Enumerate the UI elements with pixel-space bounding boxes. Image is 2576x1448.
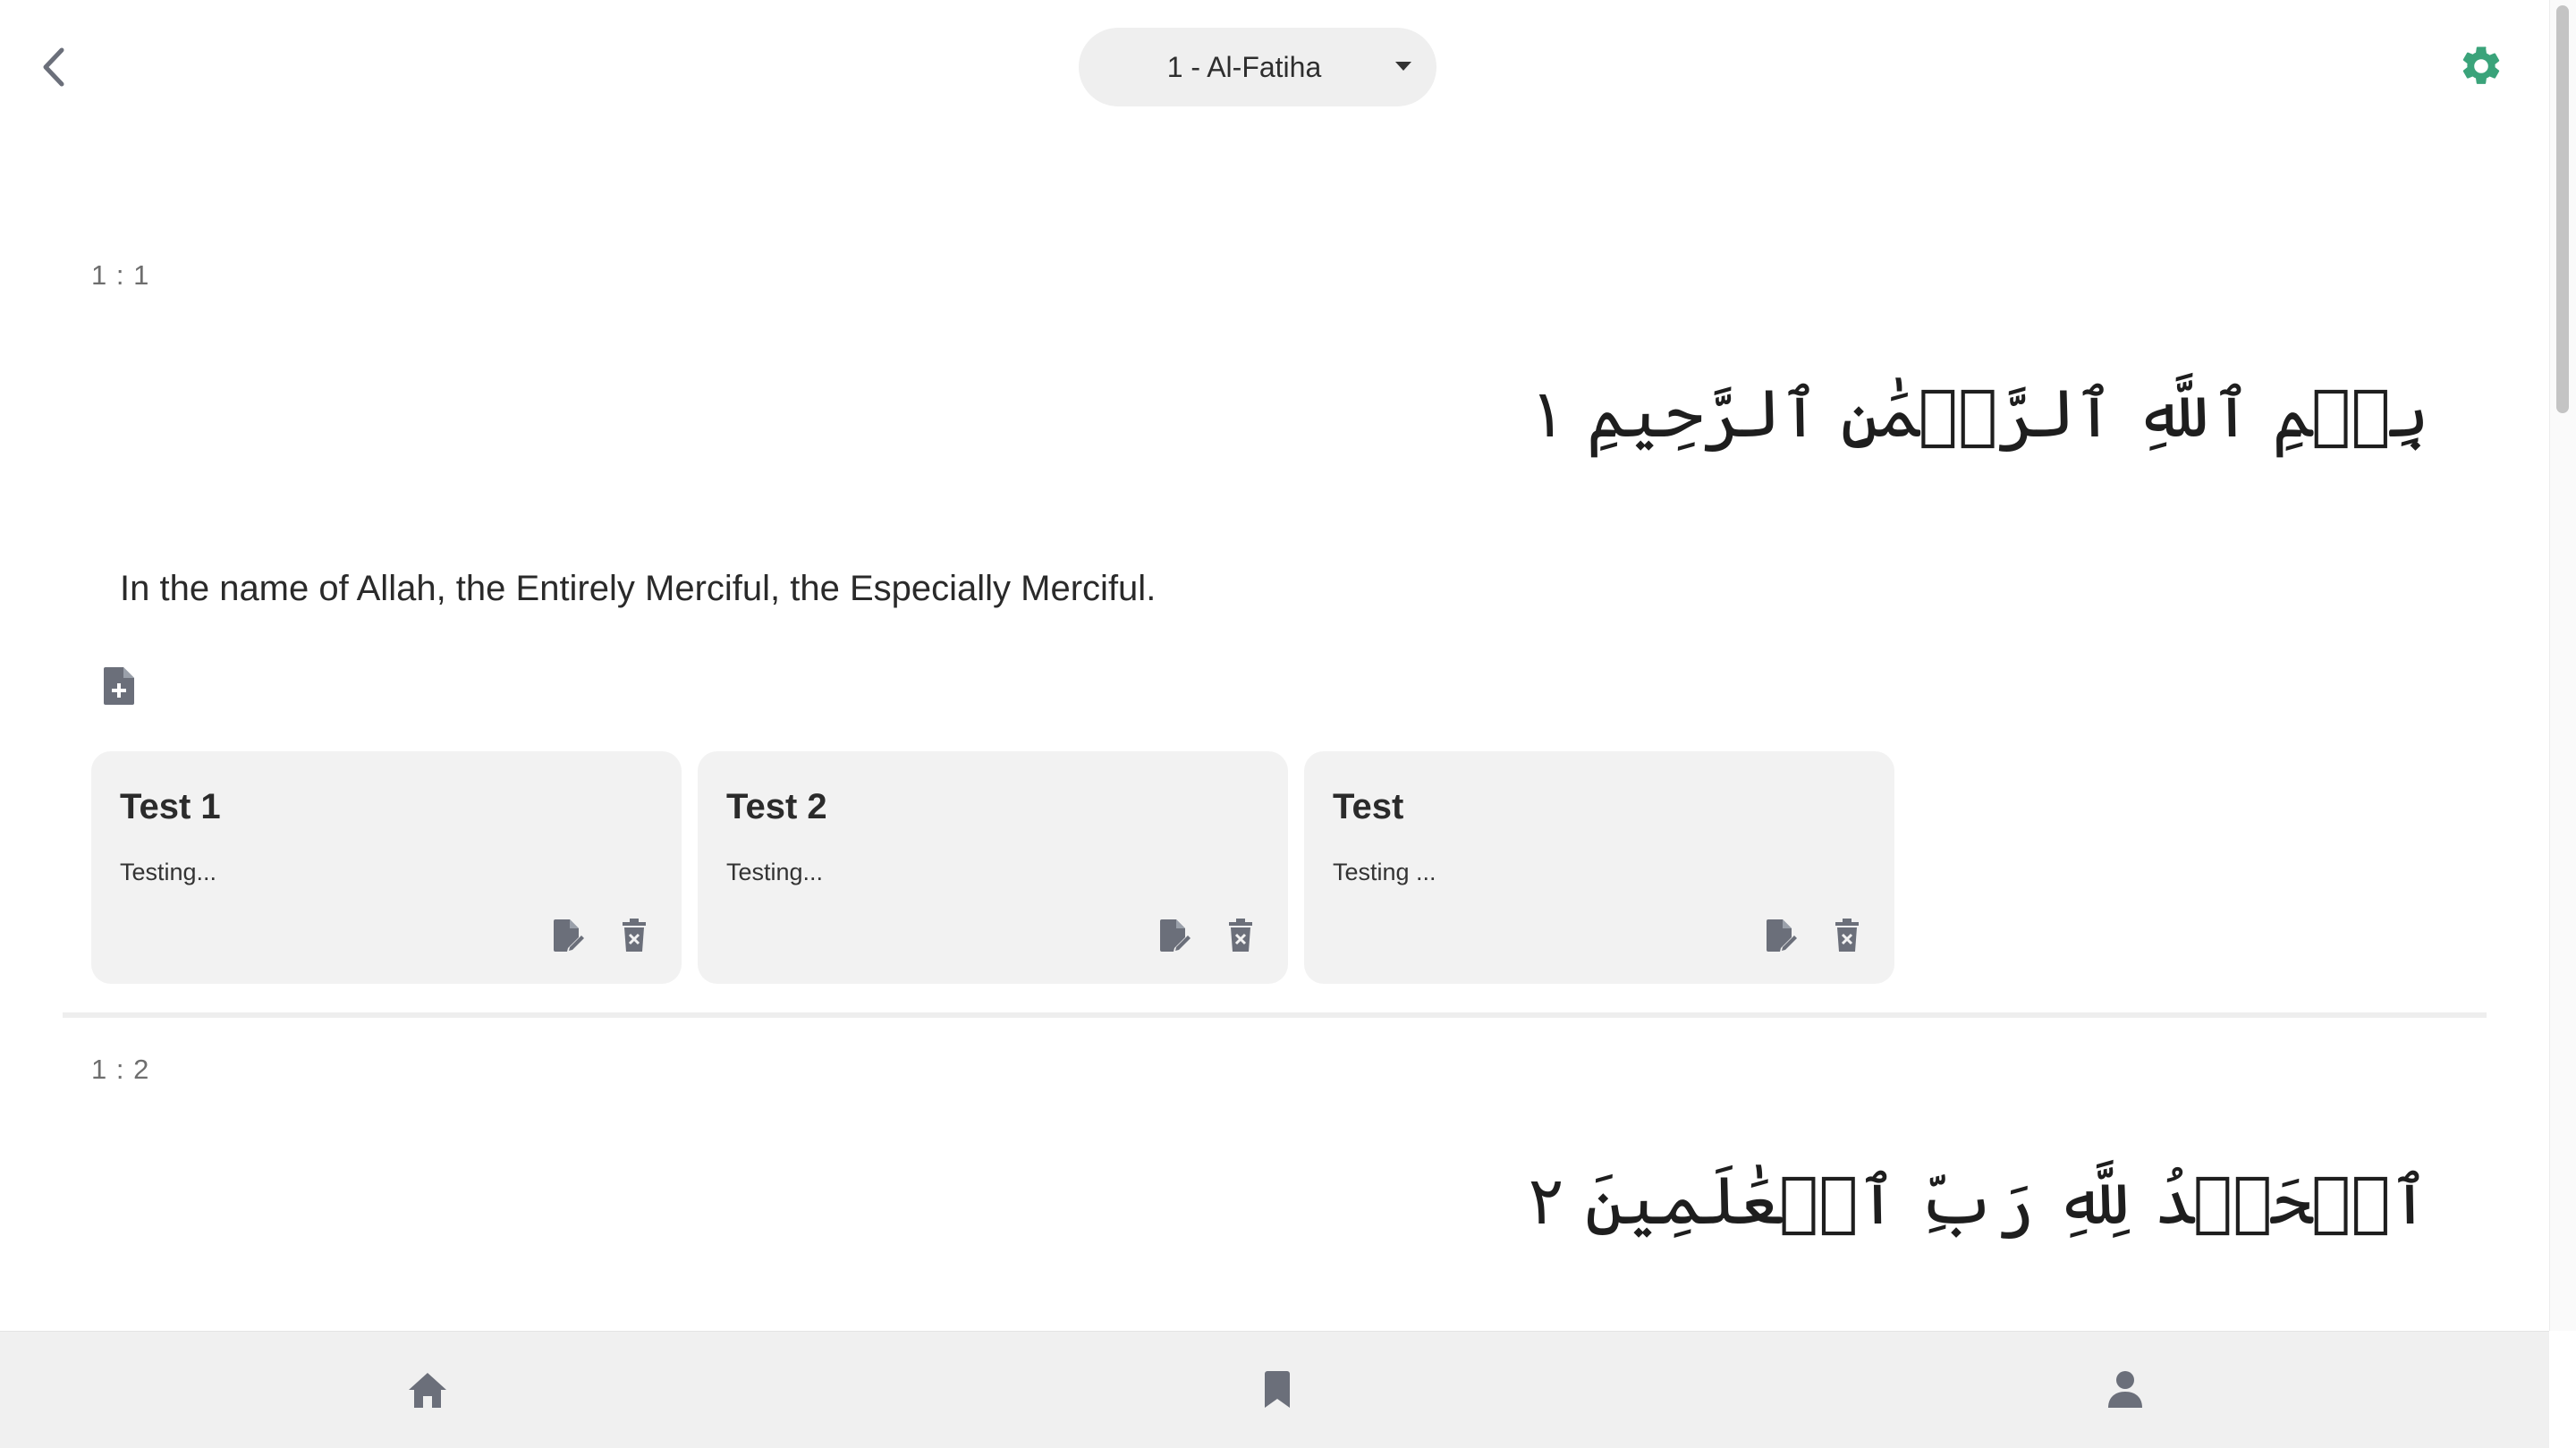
edit-note-icon (1160, 919, 1191, 952)
note-title: Test (1333, 787, 1404, 826)
bookmark-icon (1265, 1371, 1290, 1408)
chapter-select[interactable]: 1 - Al-Fatiha (1079, 28, 1436, 106)
note-card[interactable]: Test 2 Testing... (698, 751, 1288, 984)
trash-icon (1835, 919, 1859, 952)
edit-note-icon (1767, 919, 1797, 952)
home-icon (409, 1373, 446, 1408)
delete-note-button[interactable] (621, 918, 648, 953)
note-title: Test 1 (120, 787, 221, 826)
nav-bookmarks-button[interactable] (1206, 1332, 1349, 1448)
chapter-select-label: 1 - Al-Fatiha (1166, 50, 1322, 83)
edit-note-button[interactable] (553, 918, 585, 953)
note-title: Test 2 (726, 787, 827, 826)
verse-reference: 1 : 1 (91, 259, 150, 291)
note-body: Testing... (726, 859, 824, 885)
verse-translation: In the name of Allah, the Entirely Merci… (120, 569, 1157, 608)
note-body: Testing... (120, 859, 217, 885)
back-button[interactable] (36, 39, 72, 95)
verse-reference: 1 : 2 (91, 1054, 150, 1085)
note-body: Testing ... (1333, 859, 1436, 885)
edit-note-button[interactable] (1766, 918, 1798, 953)
notes-list: Test 1 Testing... Test 2 Testing... Test… (91, 751, 1894, 984)
add-note-icon (104, 667, 134, 705)
delete-note-button[interactable] (1227, 918, 1254, 953)
trash-icon (1229, 919, 1252, 952)
add-note-button[interactable] (102, 665, 136, 707)
note-card[interactable]: Test Testing ... (1304, 751, 1894, 984)
caret-down-icon (1395, 62, 1411, 71)
nav-profile-button[interactable] (2054, 1332, 2197, 1448)
edit-note-icon (554, 919, 584, 952)
trash-icon (623, 919, 646, 952)
gear-icon (2462, 47, 2500, 84)
settings-button[interactable] (2458, 43, 2504, 89)
note-card[interactable]: Test 1 Testing... (91, 751, 682, 984)
edit-note-button[interactable] (1159, 918, 1191, 953)
delete-note-button[interactable] (1834, 918, 1860, 953)
scrollbar-thumb[interactable] (2556, 5, 2569, 413)
bottom-navigation (0, 1331, 2549, 1448)
verse-arabic-text: بِسۡمِ ٱللَّهِ ٱلرَّحۡمَٰنِ ٱلرَّحِيمِ ١ (1530, 376, 2429, 453)
verse-divider (63, 1012, 2487, 1018)
profile-icon (2108, 1371, 2142, 1408)
nav-home-button[interactable] (356, 1332, 499, 1448)
chevron-left-icon (43, 47, 64, 87)
verse-arabic-text: ٱلۡحَمۡدُ لِلَّهِ رَبِّ ٱلۡعَٰلَمِينَ ٢ (1528, 1163, 2429, 1240)
